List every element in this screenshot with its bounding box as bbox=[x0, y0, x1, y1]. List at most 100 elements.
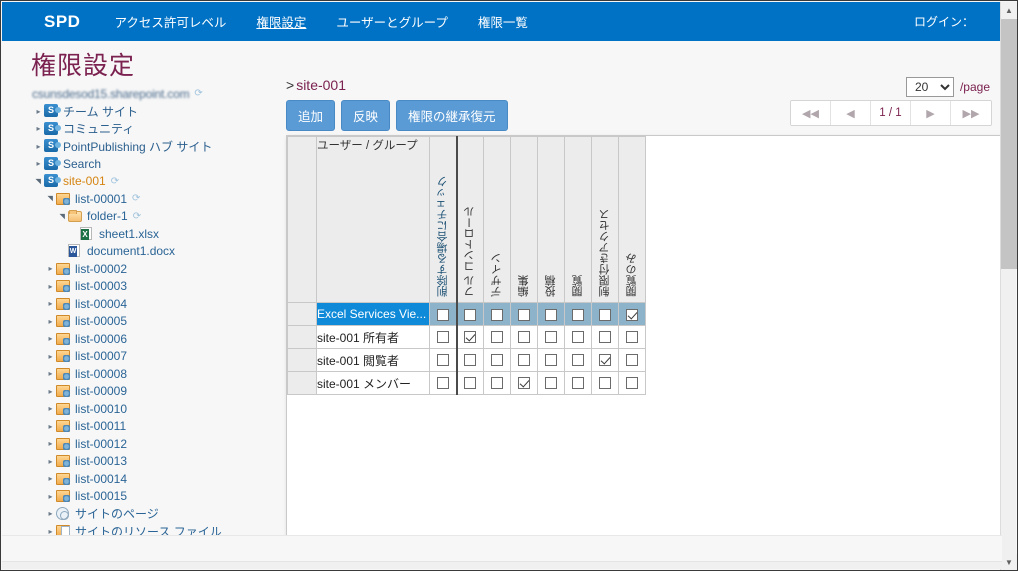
refresh-icon[interactable]: ⟳ bbox=[133, 211, 141, 222]
permission-cell[interactable] bbox=[537, 302, 565, 326]
tree-node-label[interactable]: list-00012 bbox=[75, 437, 127, 451]
permission-cell[interactable] bbox=[564, 302, 592, 326]
permission-cell[interactable] bbox=[618, 371, 646, 395]
tree-node-label[interactable]: list-00015 bbox=[75, 489, 127, 503]
permission-cell[interactable] bbox=[510, 348, 538, 372]
tree-node[interactable]: ▸ list-00009 bbox=[21, 383, 276, 401]
tree-collapsed-arrow-icon[interactable]: ▸ bbox=[45, 295, 56, 312]
tree-node-label[interactable]: site-001 bbox=[63, 174, 106, 188]
tree-node[interactable]: ◢ list-00001 ⟳ bbox=[21, 190, 276, 208]
permission-checkbox[interactable] bbox=[491, 308, 503, 321]
permission-checkbox[interactable] bbox=[518, 330, 530, 343]
permission-cell[interactable] bbox=[537, 371, 565, 395]
next-page-button[interactable]: ▶ bbox=[911, 101, 951, 125]
previous-page-button[interactable]: ◀ bbox=[831, 101, 871, 125]
tree-node-label[interactable]: folder-1 bbox=[87, 209, 128, 223]
delete-checkbox[interactable] bbox=[436, 330, 449, 343]
permission-cell[interactable] bbox=[510, 325, 538, 349]
table-row[interactable]: site-001 閲覧者 bbox=[287, 348, 646, 372]
permission-checkbox[interactable] bbox=[464, 353, 477, 366]
permission-cell[interactable] bbox=[483, 371, 511, 395]
tree-node-label[interactable]: list-00011 bbox=[75, 419, 126, 433]
permission-cell[interactable] bbox=[618, 302, 646, 326]
tree-collapsed-arrow-icon[interactable]: ▸ bbox=[45, 330, 56, 347]
principal-name-cell[interactable]: site-001 閲覧者 bbox=[316, 348, 430, 372]
permission-checkbox[interactable] bbox=[545, 376, 557, 389]
permission-cell[interactable] bbox=[429, 371, 458, 395]
tree-node[interactable]: ◢ Ssite-001 ⟳ bbox=[21, 173, 276, 191]
tree-collapsed-arrow-icon[interactable]: ▸ bbox=[45, 365, 56, 382]
permission-cell[interactable] bbox=[564, 325, 592, 349]
permission-cell[interactable] bbox=[483, 348, 511, 372]
tree-collapsed-arrow-icon[interactable]: ▸ bbox=[45, 488, 56, 505]
last-page-button[interactable]: ▶▶ bbox=[951, 101, 991, 125]
delete-checkbox[interactable] bbox=[436, 353, 449, 366]
permission-cell[interactable] bbox=[591, 302, 619, 326]
permission-checkbox[interactable] bbox=[626, 308, 638, 321]
horizontal-scrollbar[interactable] bbox=[2, 561, 1002, 569]
tree-node[interactable]: ▸ document1.docx bbox=[21, 243, 276, 261]
tree-collapsed-arrow-icon[interactable]: ▸ bbox=[33, 103, 44, 120]
permission-cell[interactable] bbox=[429, 302, 458, 326]
permission-checkbox[interactable] bbox=[626, 353, 638, 366]
table-row[interactable]: site-001 所有者 bbox=[287, 325, 646, 349]
tree-collapsed-arrow-icon[interactable]: ▸ bbox=[45, 505, 56, 522]
tree-collapsed-arrow-icon[interactable]: ▸ bbox=[33, 120, 44, 137]
tree-collapsed-arrow-icon[interactable]: ▸ bbox=[45, 470, 56, 487]
tree-collapsed-arrow-icon[interactable]: ▸ bbox=[33, 138, 44, 155]
permission-checkbox[interactable] bbox=[491, 376, 503, 389]
tree-node[interactable]: ▸ list-00003 bbox=[21, 278, 276, 296]
table-row[interactable]: site-001 メンバー bbox=[287, 371, 646, 395]
tree-node[interactable]: ▸ list-00008 bbox=[21, 365, 276, 383]
permission-cell[interactable] bbox=[564, 348, 592, 372]
tree-node[interactable]: ▸ S チーム サイト bbox=[21, 103, 276, 121]
principal-name-cell[interactable]: site-001 所有者 bbox=[316, 325, 430, 349]
permission-checkbox[interactable] bbox=[545, 353, 557, 366]
permission-cell[interactable] bbox=[537, 348, 565, 372]
permission-cell[interactable] bbox=[591, 371, 619, 395]
tree-node[interactable]: ▸ list-00004 bbox=[21, 295, 276, 313]
first-page-button[interactable]: ◀◀ bbox=[791, 101, 831, 125]
tree-node-label[interactable]: list-00009 bbox=[75, 384, 127, 398]
permission-cell[interactable] bbox=[456, 371, 484, 395]
tree-node[interactable]: ▸ sheet1.xlsx bbox=[21, 225, 276, 243]
tree-node-label[interactable]: document1.docx bbox=[87, 244, 175, 258]
tree-node[interactable]: ◢ folder-1 ⟳ bbox=[21, 208, 276, 226]
nav-link-2[interactable]: ユーザーとグループ bbox=[336, 12, 448, 31]
permission-checkbox[interactable] bbox=[572, 330, 584, 343]
restore-inheritance-button[interactable]: 権限の継承復元 bbox=[396, 100, 508, 131]
permission-checkbox[interactable] bbox=[626, 376, 638, 389]
apply-button[interactable]: 反映 bbox=[341, 100, 391, 131]
permission-cell[interactable] bbox=[483, 302, 511, 326]
permission-checkbox[interactable] bbox=[572, 308, 584, 321]
tree-node-label[interactable]: sheet1.xlsx bbox=[99, 227, 159, 241]
breadcrumb-current[interactable]: site-001 bbox=[296, 77, 346, 93]
permission-checkbox[interactable] bbox=[572, 353, 584, 366]
tree-node[interactable]: ▸ list-00010 bbox=[21, 400, 276, 418]
refresh-icon[interactable]: ⟳ bbox=[111, 176, 119, 187]
permission-checkbox[interactable] bbox=[518, 353, 530, 366]
tree-collapsed-arrow-icon[interactable]: ▸ bbox=[45, 348, 56, 365]
tree-node[interactable]: ▸ S Search bbox=[21, 155, 276, 173]
page-size-select[interactable]: 20 bbox=[905, 77, 954, 97]
permission-checkbox[interactable] bbox=[464, 376, 477, 389]
app-brand-spd[interactable]: SPD bbox=[44, 12, 80, 32]
permission-checkbox[interactable] bbox=[491, 353, 503, 366]
vertical-scrollbar-thumb[interactable] bbox=[1001, 19, 1017, 269]
principal-name-cell[interactable]: Excel Services Vie... bbox=[316, 302, 430, 326]
tree-node-label[interactable]: list-00001 bbox=[75, 192, 127, 206]
tree-node-label[interactable]: list-00003 bbox=[75, 279, 127, 293]
tree-node[interactable]: ▸ list-00011 bbox=[21, 418, 276, 436]
tree-node-label[interactable]: list-00007 bbox=[75, 349, 127, 363]
vertical-scrollbar[interactable]: ▲ ▼ bbox=[1000, 2, 1017, 570]
tree-node[interactable]: ▸ list-00013 bbox=[21, 453, 276, 471]
tree-node[interactable]: ▸ list-00015 bbox=[21, 488, 276, 506]
permission-checkbox[interactable] bbox=[626, 330, 638, 343]
permission-checkbox[interactable] bbox=[599, 376, 611, 389]
permission-checkbox[interactable] bbox=[545, 330, 557, 343]
refresh-icon[interactable]: ⟳ bbox=[194, 88, 202, 99]
permission-cell[interactable] bbox=[456, 302, 484, 326]
tree-node-label[interactable]: チーム サイト bbox=[63, 103, 138, 120]
tree-node-label[interactable]: list-00013 bbox=[75, 454, 127, 468]
tree-collapsed-arrow-icon[interactable]: ▸ bbox=[45, 260, 56, 277]
